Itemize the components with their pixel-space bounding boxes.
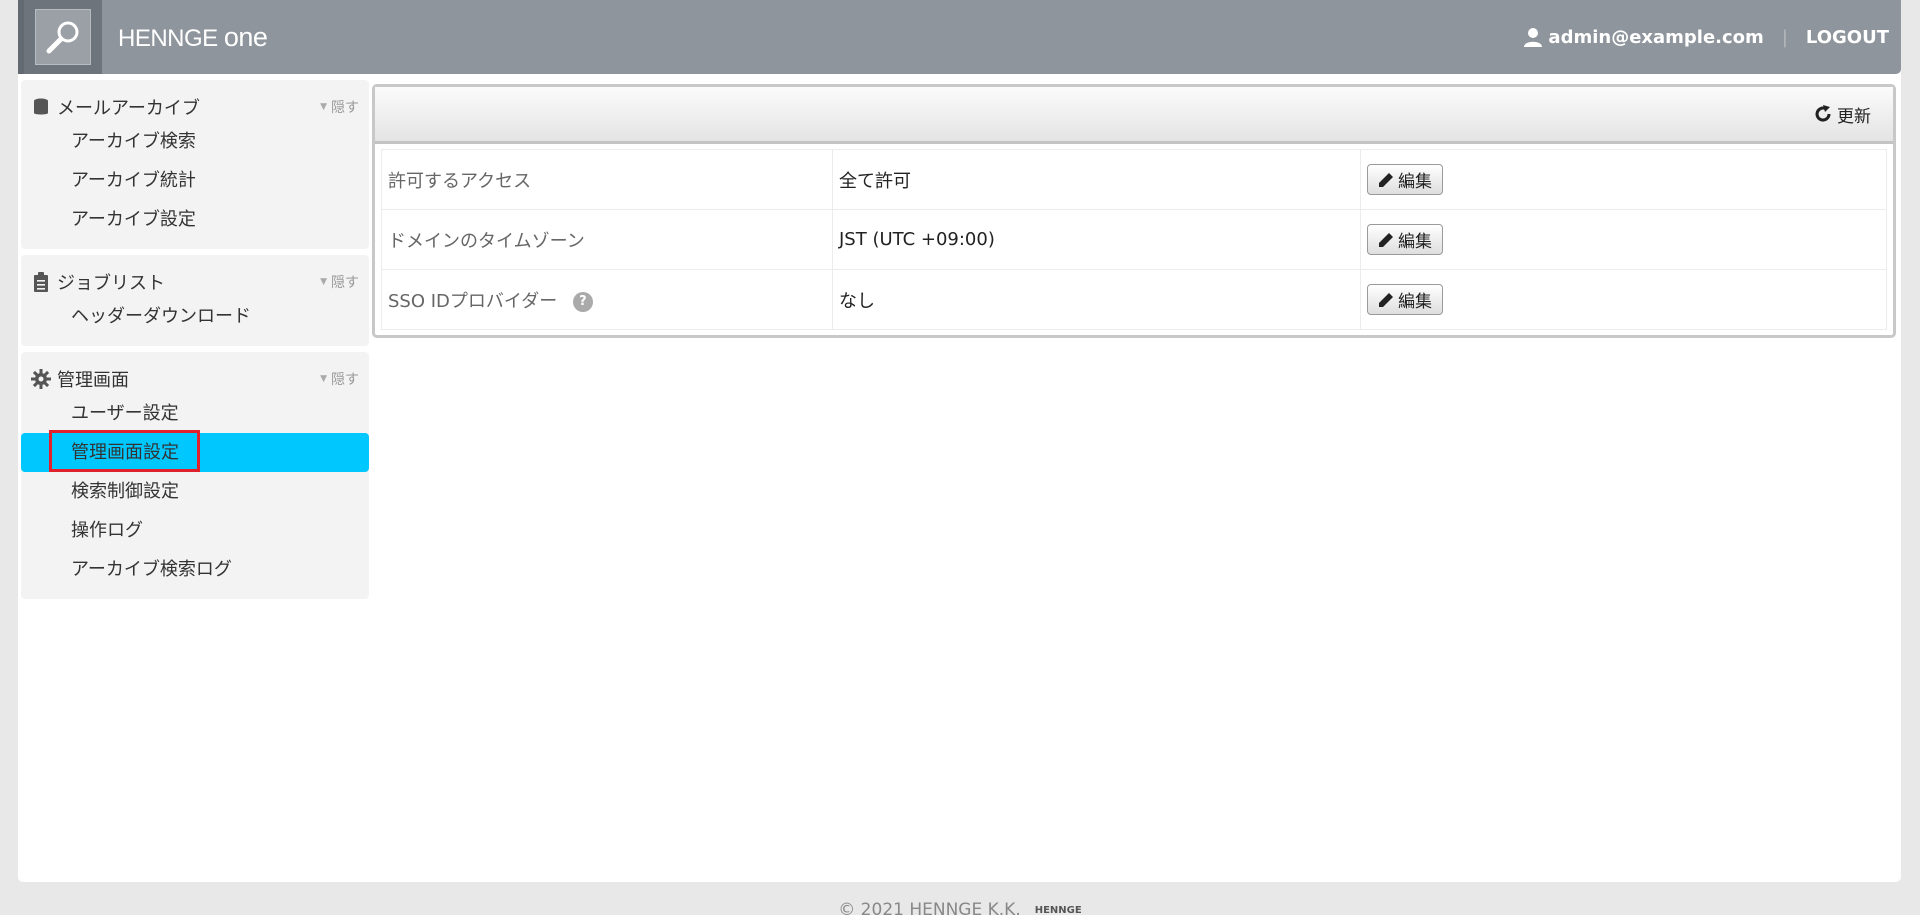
row-label: SSO IDプロバイダー ? <box>381 269 833 330</box>
edit-label: 編集 <box>1398 172 1432 192</box>
sidebar-section-admin: 管理画面 ▼ 隠す ユーザー設定 管理画面設定 検索制御設定 操作ログ アーカイ… <box>21 352 369 599</box>
card-toolbar: 更新 <box>375 87 1893 144</box>
row-value: JST (UTC +09:00) <box>832 209 1361 270</box>
row-label: 許可するアクセス <box>381 149 833 210</box>
footer: © 2021 HENNGE K.K. HENNGE <box>0 900 1920 915</box>
section-title: メールアーカイブ <box>57 98 200 119</box>
hide-label: 隠す <box>331 275 359 291</box>
triangle-down-icon: ▼ <box>320 277 327 287</box>
brand-name: HENNGE one <box>118 21 268 53</box>
gear-icon <box>31 369 51 389</box>
edit-button[interactable]: 編集 <box>1367 164 1443 195</box>
section-title: 管理画面 <box>57 370 129 391</box>
sidebar: メールアーカイブ ▼ 隠す アーカイブ検索 アーカイブ統計 アーカイブ設定 ジョ… <box>21 80 369 605</box>
sidebar-item-operation-log[interactable]: 操作ログ <box>21 511 369 550</box>
section-header: 管理画面 ▼ 隠す <box>21 364 369 394</box>
row-action: 編集 <box>1360 269 1887 330</box>
logout-link[interactable]: LOGOUT <box>1806 27 1889 48</box>
sidebar-item-archive-stats[interactable]: アーカイブ統計 <box>21 161 369 200</box>
section-title: ジョブリスト <box>57 273 165 294</box>
magnifier-icon <box>35 9 91 65</box>
pencil-icon <box>1378 232 1394 248</box>
table-row: ドメインのタイムゾーン JST (UTC +09:00) 編集 <box>381 209 1887 270</box>
settings-table: 許可するアクセス 全て許可 編集 ドメインのタイムゾーン JST (UTC +0… <box>381 149 1887 330</box>
edit-label: 編集 <box>1398 232 1432 252</box>
database-icon <box>31 97 51 117</box>
table-row: 許可するアクセス 全て許可 編集 <box>381 149 1887 210</box>
table-row: SSO IDプロバイダー ? なし 編集 <box>381 269 1887 330</box>
triangle-down-icon: ▼ <box>320 374 327 384</box>
header-separator: | <box>1781 26 1788 48</box>
footer-logo: HENNGE <box>1034 904 1082 915</box>
refresh-label: 更新 <box>1837 106 1871 127</box>
row-action: 編集 <box>1360 209 1887 270</box>
pencil-icon <box>1378 292 1394 308</box>
pencil-icon <box>1378 172 1394 188</box>
copyright-text: © 2021 HENNGE K.K. <box>838 900 1021 915</box>
top-header: HENNGE one admin@example.com | LOGOUT <box>18 0 1901 74</box>
brand-suffix: one <box>223 21 268 52</box>
edit-label: 編集 <box>1398 292 1432 312</box>
sidebar-section-job-list: ジョブリスト ▼ 隠す ヘッダーダウンロード <box>21 255 369 346</box>
settings-card: 更新 許可するアクセス 全て許可 編集 ドメインのタイムゾーン JST (UTC… <box>372 84 1896 338</box>
refresh-icon <box>1813 104 1833 124</box>
refresh-button[interactable]: 更新 <box>1813 102 1871 127</box>
sidebar-item-search-control[interactable]: 検索制御設定 <box>21 472 369 511</box>
row-value: なし <box>832 269 1361 330</box>
sidebar-item-user-settings[interactable]: ユーザー設定 <box>21 394 369 433</box>
edit-button[interactable]: 編集 <box>1367 284 1443 315</box>
hide-toggle[interactable]: ▼ 隠す <box>320 272 359 292</box>
annotation-highlight-box <box>49 430 200 472</box>
triangle-down-icon: ▼ <box>320 102 327 112</box>
brand-text: HENNGE <box>118 24 218 52</box>
sidebar-item-archive-settings[interactable]: アーカイブ設定 <box>21 200 369 239</box>
app-logo[interactable] <box>18 0 102 74</box>
sidebar-item-admin-settings[interactable]: 管理画面設定 <box>21 430 369 472</box>
edit-button[interactable]: 編集 <box>1367 224 1443 255</box>
sidebar-section-mail-archive: メールアーカイブ ▼ 隠す アーカイブ検索 アーカイブ統計 アーカイブ設定 <box>21 80 369 249</box>
clipboard-icon <box>31 272 51 292</box>
hide-label: 隠す <box>331 100 359 116</box>
row-value: 全て許可 <box>832 149 1361 210</box>
user-icon <box>1524 27 1543 47</box>
hide-label: 隠す <box>331 372 359 388</box>
section-header: メールアーカイブ ▼ 隠す <box>21 92 369 122</box>
sidebar-item-archive-search[interactable]: アーカイブ検索 <box>21 122 369 161</box>
hide-toggle[interactable]: ▼ 隠す <box>320 97 359 117</box>
row-label: ドメインのタイムゾーン <box>381 209 833 270</box>
user-area: admin@example.com | LOGOUT <box>1524 27 1889 48</box>
sidebar-item-archive-search-log[interactable]: アーカイブ検索ログ <box>21 550 369 589</box>
row-label-text: SSO IDプロバイダー <box>388 290 558 312</box>
section-header: ジョブリスト ▼ 隠す <box>21 267 369 297</box>
help-icon[interactable]: ? <box>572 291 593 312</box>
hide-toggle[interactable]: ▼ 隠す <box>320 369 359 389</box>
sidebar-item-header-download[interactable]: ヘッダーダウンロード <box>21 297 369 336</box>
row-action: 編集 <box>1360 149 1887 210</box>
user-email: admin@example.com <box>1548 26 1764 48</box>
